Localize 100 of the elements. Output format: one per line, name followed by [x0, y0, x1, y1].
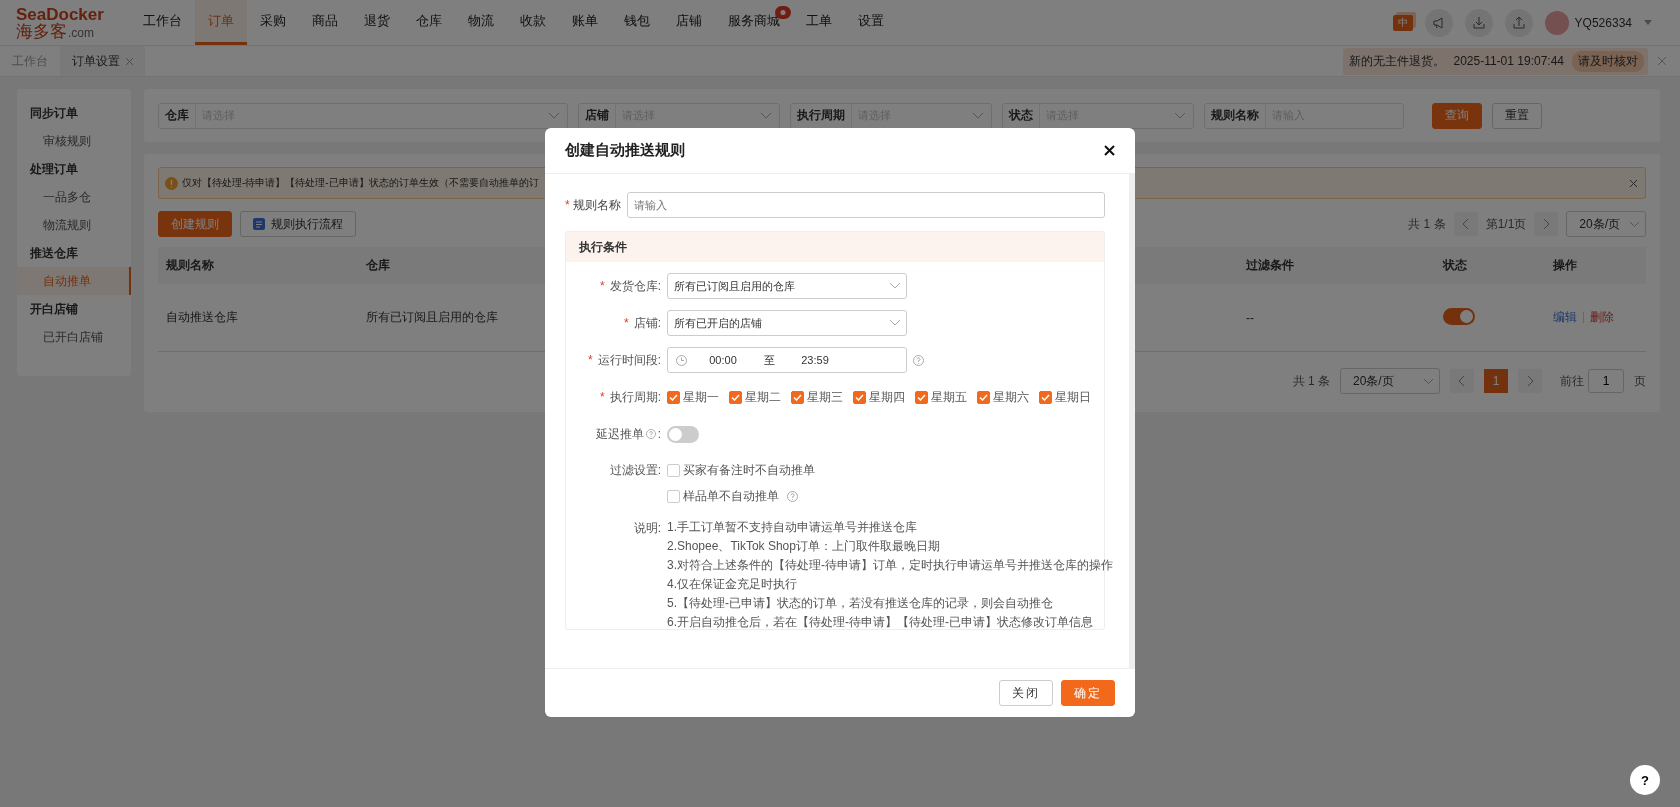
chevron-left-icon [1459, 376, 1465, 386]
delay-toggle[interactable] [667, 425, 699, 443]
field-label: 过滤设置: [608, 462, 661, 479]
checkbox-label[interactable]: 买家有备注时不自动推单 [683, 462, 815, 479]
checkbox-label[interactable]: 样品单不自动推单 [683, 488, 779, 505]
caret-down-icon[interactable] [1644, 20, 1652, 25]
checkbox[interactable] [667, 390, 680, 404]
clock-icon [676, 354, 687, 366]
nav-menu-item[interactable]: 采购 [247, 0, 299, 45]
checkbox-label[interactable]: 星期二 [745, 388, 781, 406]
nav-menu-item[interactable]: 账单 [559, 0, 611, 45]
help-icon[interactable] [913, 354, 924, 366]
nav-menu-item[interactable]: 钱包 [611, 0, 663, 45]
time-range-picker[interactable]: 00:00 至 23:59 [667, 347, 907, 373]
chevron-down-icon [1630, 221, 1639, 227]
field-label: 执行周期: [609, 388, 661, 406]
nav-menu-item[interactable]: 商品 [299, 0, 351, 45]
reset-button[interactable]: 重置 [1492, 102, 1542, 129]
rule-name-input[interactable]: 请输入 [626, 192, 1105, 218]
checkbox-label[interactable]: 星期五 [931, 388, 967, 406]
nav-menu-item[interactable]: 店铺 [663, 0, 715, 45]
goto-page-input[interactable]: 1 [1588, 369, 1624, 393]
help-button[interactable]: ? [1630, 765, 1660, 795]
column-header: 操作 [1553, 257, 1578, 274]
checkbox-label[interactable]: 星期三 [807, 388, 843, 406]
sidebar-group-title: 同步订单 [29, 105, 79, 122]
table-cell: -- [1246, 310, 1254, 325]
nav-menu-item[interactable]: 仓库 [403, 0, 455, 45]
column-header: 规则名称 [166, 257, 215, 274]
required-mark: * [600, 279, 605, 293]
dialog-title: 创建自动推送规则 [565, 141, 685, 160]
nav-menu-item[interactable]: 设置 [845, 0, 897, 45]
shop-select[interactable]: 所有已开启的店铺 [667, 310, 907, 336]
checkbox-label[interactable]: 星期四 [869, 388, 905, 406]
nav-menu-item[interactable]: 工作台 [130, 0, 195, 45]
section-title: 执行条件 [566, 232, 1104, 262]
download-icon[interactable] [1464, 8, 1493, 37]
nav-menu-item[interactable]: 物流 [455, 0, 507, 45]
chevron-down-icon [890, 283, 900, 289]
sidebar-item[interactable]: 审核规则 [17, 127, 131, 155]
checkbox[interactable] [915, 390, 928, 404]
notice-text: 新的无主件退货。 [1349, 52, 1446, 70]
language-switch[interactable]: 中 [1392, 14, 1413, 31]
checkbox-label[interactable]: 星期六 [993, 388, 1029, 406]
rule-flow-button[interactable]: 规则执行流程 [240, 211, 356, 237]
checkbox-label[interactable]: 星期日 [1055, 388, 1091, 406]
upload-icon[interactable] [1504, 8, 1533, 37]
checkbox[interactable] [667, 490, 680, 503]
table-cell: 自动推送仓库 [166, 309, 238, 326]
field-label: 运行时间段: [597, 351, 661, 369]
sidebar-group-title: 开白店铺 [29, 301, 79, 318]
column-header: 过滤条件 [1246, 257, 1295, 274]
sidebar-item[interactable]: 一品多仓 [17, 183, 131, 211]
checkbox-label[interactable]: 星期一 [683, 388, 719, 406]
checkbox[interactable] [977, 390, 990, 404]
chevron-right-icon [1543, 219, 1550, 229]
chevron-down-icon [973, 112, 983, 119]
sidebar-item[interactable]: 物流规则 [17, 211, 131, 239]
warehouse-select[interactable]: 所有已订阅且启用的仓库 [667, 273, 907, 299]
field-label: 规则名称 [572, 196, 621, 214]
sidebar-item[interactable]: 已开白店铺 [17, 323, 131, 351]
required-mark: * [588, 353, 593, 367]
help-icon[interactable] [645, 429, 656, 439]
checkbox[interactable] [791, 390, 804, 404]
megaphone-icon[interactable] [1424, 8, 1453, 37]
page-size-select[interactable]: 20条/页 [1566, 211, 1646, 237]
page-number-button[interactable]: 1 [1484, 369, 1508, 393]
status-toggle[interactable] [1443, 307, 1475, 325]
chevron-down-icon [761, 112, 771, 119]
checkbox[interactable] [853, 390, 866, 404]
nav-menu-item[interactable]: 工单 [793, 0, 845, 45]
checkbox[interactable] [729, 390, 742, 404]
delete-link[interactable]: 删除 [1590, 309, 1614, 326]
required-mark: * [600, 390, 605, 404]
total-count: 共 1 条 [1292, 372, 1330, 390]
edit-link[interactable]: 编辑 [1553, 309, 1577, 326]
prev-page-button[interactable] [1453, 212, 1478, 236]
nav-menu-item[interactable]: 退货 [351, 0, 403, 45]
page-size-select[interactable]: 20条/页 [1340, 368, 1440, 394]
notice-action-tag[interactable]: 请及时核对 [1572, 50, 1644, 72]
required-mark: * [624, 316, 629, 330]
close-icon[interactable] [1104, 145, 1115, 156]
nav-menu-item[interactable]: 收款 [507, 0, 559, 45]
checkbox[interactable] [667, 464, 680, 477]
confirm-button[interactable]: 确定 [1061, 680, 1115, 706]
sidebar-group-title: 推送仓库 [29, 245, 79, 262]
document-icon [253, 218, 265, 230]
page-indicator: 第1/1页 [1485, 215, 1527, 233]
next-page-button[interactable] [1534, 212, 1559, 236]
field-label: 店铺: [633, 314, 661, 332]
user-avatar[interactable] [1544, 10, 1569, 35]
note-line: 3.对符合上述条件的【待处理-待申请】订单，定时执行申请运单号并推送仓库的操作 [667, 558, 1113, 572]
logo-wordmark: SeaDocker [16, 5, 105, 23]
note-line: 5.【待处理-已申请】状态的订单，若没有推送仓库的记录，则会自动推仓 [667, 596, 1054, 610]
username[interactable]: YQ526334 [1574, 15, 1632, 30]
help-icon[interactable] [787, 491, 798, 502]
close-button[interactable]: 关闭 [999, 680, 1053, 706]
checkbox[interactable] [1039, 390, 1052, 404]
column-header: 状态 [1443, 257, 1468, 274]
page-tab[interactable]: 订单设置 [60, 46, 145, 76]
